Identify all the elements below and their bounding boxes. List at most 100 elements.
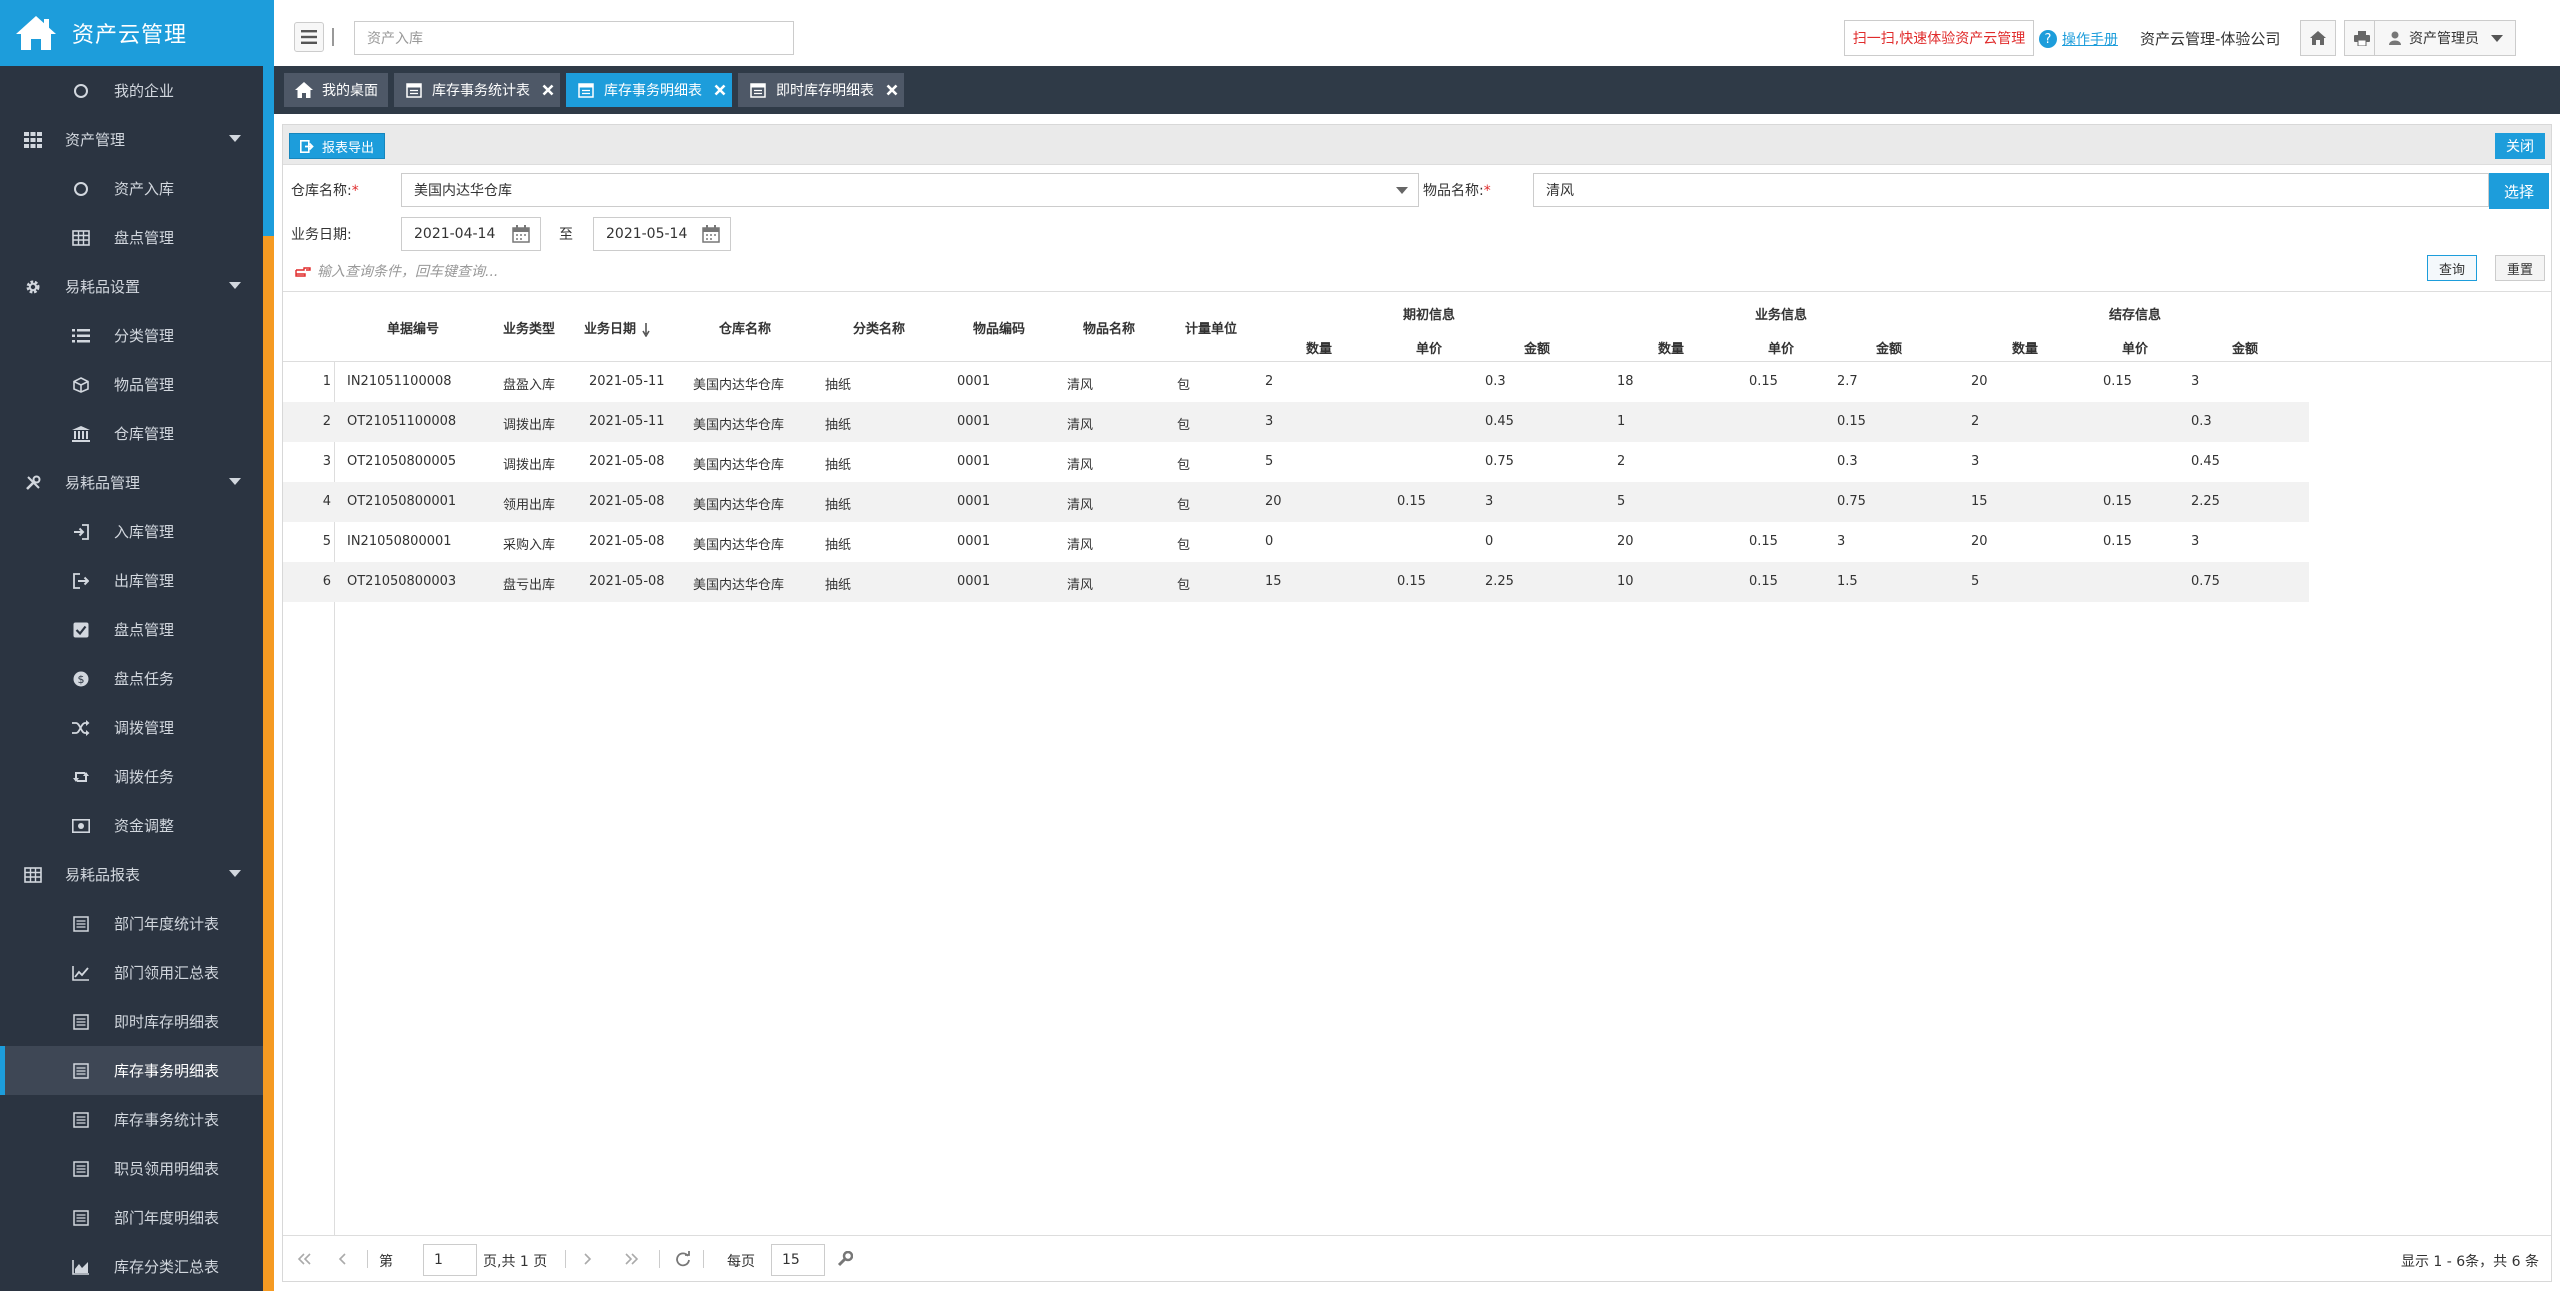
close-report-button[interactable]: 关闭 <box>2495 133 2545 159</box>
sidebar-item-23[interactable]: 部门年度明细表 <box>0 1193 263 1242</box>
sidebar-item-19[interactable]: 即时库存明细表 <box>0 997 263 1046</box>
sidebar-item-18[interactable]: 部门领用汇总表 <box>0 948 263 997</box>
row-number: 4 <box>322 494 331 509</box>
sidebar-item-17[interactable]: 部门年度统计表 <box>0 899 263 948</box>
wrench-icon[interactable] <box>835 1250 855 1268</box>
row-number: 5 <box>322 534 331 549</box>
calendar-icon[interactable] <box>702 225 720 243</box>
doc-icon <box>70 1109 92 1131</box>
line-chart-icon <box>70 962 92 984</box>
user-menu-button[interactable]: 资产管理员 <box>2374 20 2516 56</box>
refresh-icon[interactable] <box>673 1250 693 1268</box>
page-number-input[interactable]: 1 <box>423 1244 477 1276</box>
scan-experience-button[interactable]: 扫一扫,快速体验资产云管理 <box>1844 20 2034 56</box>
column-subheader-7[interactable]: 单价 <box>2095 338 2175 357</box>
column-header-4[interactable]: 分类名称 <box>819 318 939 337</box>
menu-toggle-button[interactable] <box>294 22 324 52</box>
column-subheader-8[interactable]: 金额 <box>2205 338 2285 357</box>
home-icon <box>2310 31 2326 45</box>
query-button[interactable]: 查询 <box>2427 255 2477 281</box>
brand-header[interactable]: 资产云管理 <box>0 0 274 66</box>
sidebar-item-21[interactable]: 库存事务统计表 <box>0 1095 263 1144</box>
tools-icon <box>22 472 44 494</box>
tab-1[interactable]: 库存事务统计表 <box>394 73 560 107</box>
column-subheader-4[interactable]: 单价 <box>1741 338 1821 357</box>
manual-link[interactable]: ? 操作手册 <box>2039 26 2118 52</box>
date-from-input[interactable]: 2021-04-14 <box>401 217 541 251</box>
column-header-0[interactable]: 单据编号 <box>353 318 473 337</box>
next-page-icon[interactable] <box>577 1250 597 1268</box>
column-subheader-3[interactable]: 数量 <box>1631 338 1711 357</box>
column-subheader-5[interactable]: 金额 <box>1849 338 1929 357</box>
sidebar-item-14[interactable]: 调拨任务 <box>0 752 263 801</box>
calendar-icon[interactable] <box>512 225 530 243</box>
sidebar-item-5[interactable]: 分类管理 <box>0 311 263 360</box>
reset-button[interactable]: 重置 <box>2495 255 2545 281</box>
sidebar-item-13[interactable]: 调拨管理 <box>0 703 263 752</box>
export-report-button[interactable]: 报表导出 <box>289 133 386 159</box>
column-subheader-1[interactable]: 单价 <box>1389 338 1469 357</box>
sidebar-item-2[interactable]: 资产入库 <box>0 164 263 213</box>
item-input[interactable]: 清风 <box>1533 173 2489 207</box>
sidebar-item-0[interactable]: 我的企业 <box>0 66 263 115</box>
doc-icon <box>70 1011 92 1033</box>
per-page-input[interactable]: 15 <box>771 1244 825 1276</box>
select-item-button[interactable]: 选择 <box>2489 173 2549 209</box>
table-row[interactable]: 1 IN21051100008 盘盈入库 2021-05-11 美国内达华仓库 抽纸 000… <box>283 362 2309 402</box>
table-cell: 包 <box>1177 578 1191 593</box>
sidebar-item-12[interactable]: $ 盘点任务 <box>0 654 263 703</box>
menu-search-input[interactable] <box>354 21 794 55</box>
home-button[interactable] <box>2300 20 2336 56</box>
column-subheader-0[interactable]: 数量 <box>1279 338 1359 357</box>
table-row[interactable]: 5 IN21050800001 采购入库 2021-05-08 美国内达华仓库 抽纸 000… <box>283 522 2309 562</box>
sidebar-item-24[interactable]: 库存分类汇总表 <box>0 1242 263 1291</box>
close-icon[interactable] <box>884 82 900 98</box>
sign-in-icon <box>70 521 92 543</box>
tab-2[interactable]: 库存事务明细表 <box>566 73 732 107</box>
manual-link-label: 操作手册 <box>2062 32 2118 48</box>
warehouse-select[interactable]: 美国内达华仓库 <box>401 173 1419 207</box>
column-header-7[interactable]: 计量单位 <box>1151 318 1271 337</box>
table-cell: 0.3 <box>1837 454 1858 469</box>
sidebar-item-9[interactable]: 入库管理 <box>0 507 263 556</box>
sidebar: 资产云管理 我的企业 资产管理 资产入库 盘点管理 易耗品设置 分类管理 物品管理 仓库管理易… <box>0 0 274 1291</box>
tab-3[interactable]: 即时库存明细表 <box>738 73 904 107</box>
sidebar-item-label: 资产管理 <box>65 131 126 149</box>
sidebar-item-20[interactable]: 库存事务明细表 <box>0 1046 263 1095</box>
table-cell: 0.75 <box>1837 494 1866 509</box>
sidebar-item-1[interactable]: 资产管理 <box>0 115 263 164</box>
date-to-input[interactable]: 2021-05-14 <box>593 217 731 251</box>
column-header-2[interactable]: 业务日期 <box>557 318 677 337</box>
export-label: 报表导出 <box>322 140 375 156</box>
first-page-icon[interactable] <box>295 1250 315 1268</box>
sidebar-item-6[interactable]: 物品管理 <box>0 360 263 409</box>
sidebar-item-16[interactable]: 易耗品报表 <box>0 850 263 899</box>
column-header-3[interactable]: 仓库名称 <box>685 318 805 337</box>
table-cell: 包 <box>1177 538 1191 553</box>
table-row[interactable]: 3 OT21050800005 调拨出库 2021-05-08 美国内达华仓库 抽纸 000… <box>283 442 2309 482</box>
column-subheader-6[interactable]: 数量 <box>1985 338 2065 357</box>
sidebar-item-11[interactable]: 盘点管理 <box>0 605 263 654</box>
table-row[interactable]: 2 OT21051100008 调拨出库 2021-05-11 美国内达华仓库 抽纸 000… <box>283 402 2309 442</box>
table-cell: 0.15 <box>2103 494 2132 509</box>
sidebar-item-7[interactable]: 仓库管理 <box>0 409 263 458</box>
sidebar-item-15[interactable]: 资金调整 <box>0 801 263 850</box>
column-header-5[interactable]: 物品编码 <box>939 318 1059 337</box>
table-cell: 2021-05-08 <box>589 534 665 549</box>
close-icon[interactable] <box>540 82 556 98</box>
sidebar-item-8[interactable]: 易耗品管理 <box>0 458 263 507</box>
close-icon[interactable] <box>712 82 728 98</box>
sidebar-item-4[interactable]: 易耗品设置 <box>0 262 263 311</box>
sidebar-item-10[interactable]: 出库管理 <box>0 556 263 605</box>
sidebar-item-label: 资金调整 <box>114 817 175 835</box>
dollar-circle-icon: $ <box>70 668 92 690</box>
sidebar-item-22[interactable]: 职员领用明细表 <box>0 1144 263 1193</box>
last-page-icon[interactable] <box>621 1250 641 1268</box>
prev-page-icon[interactable] <box>333 1250 353 1268</box>
tab-0[interactable]: 我的桌面 <box>284 73 388 107</box>
column-subheader-2[interactable]: 金额 <box>1497 338 1577 357</box>
sidebar-item-3[interactable]: 盘点管理 <box>0 213 263 262</box>
doc-icon <box>70 1060 92 1082</box>
table-row[interactable]: 4 OT21050800001 领用出库 2021-05-08 美国内达华仓库 抽纸 000… <box>283 482 2309 522</box>
table-row[interactable]: 6 OT21050800003 盘亏出库 2021-05-08 美国内达华仓库 抽纸 000… <box>283 562 2309 602</box>
